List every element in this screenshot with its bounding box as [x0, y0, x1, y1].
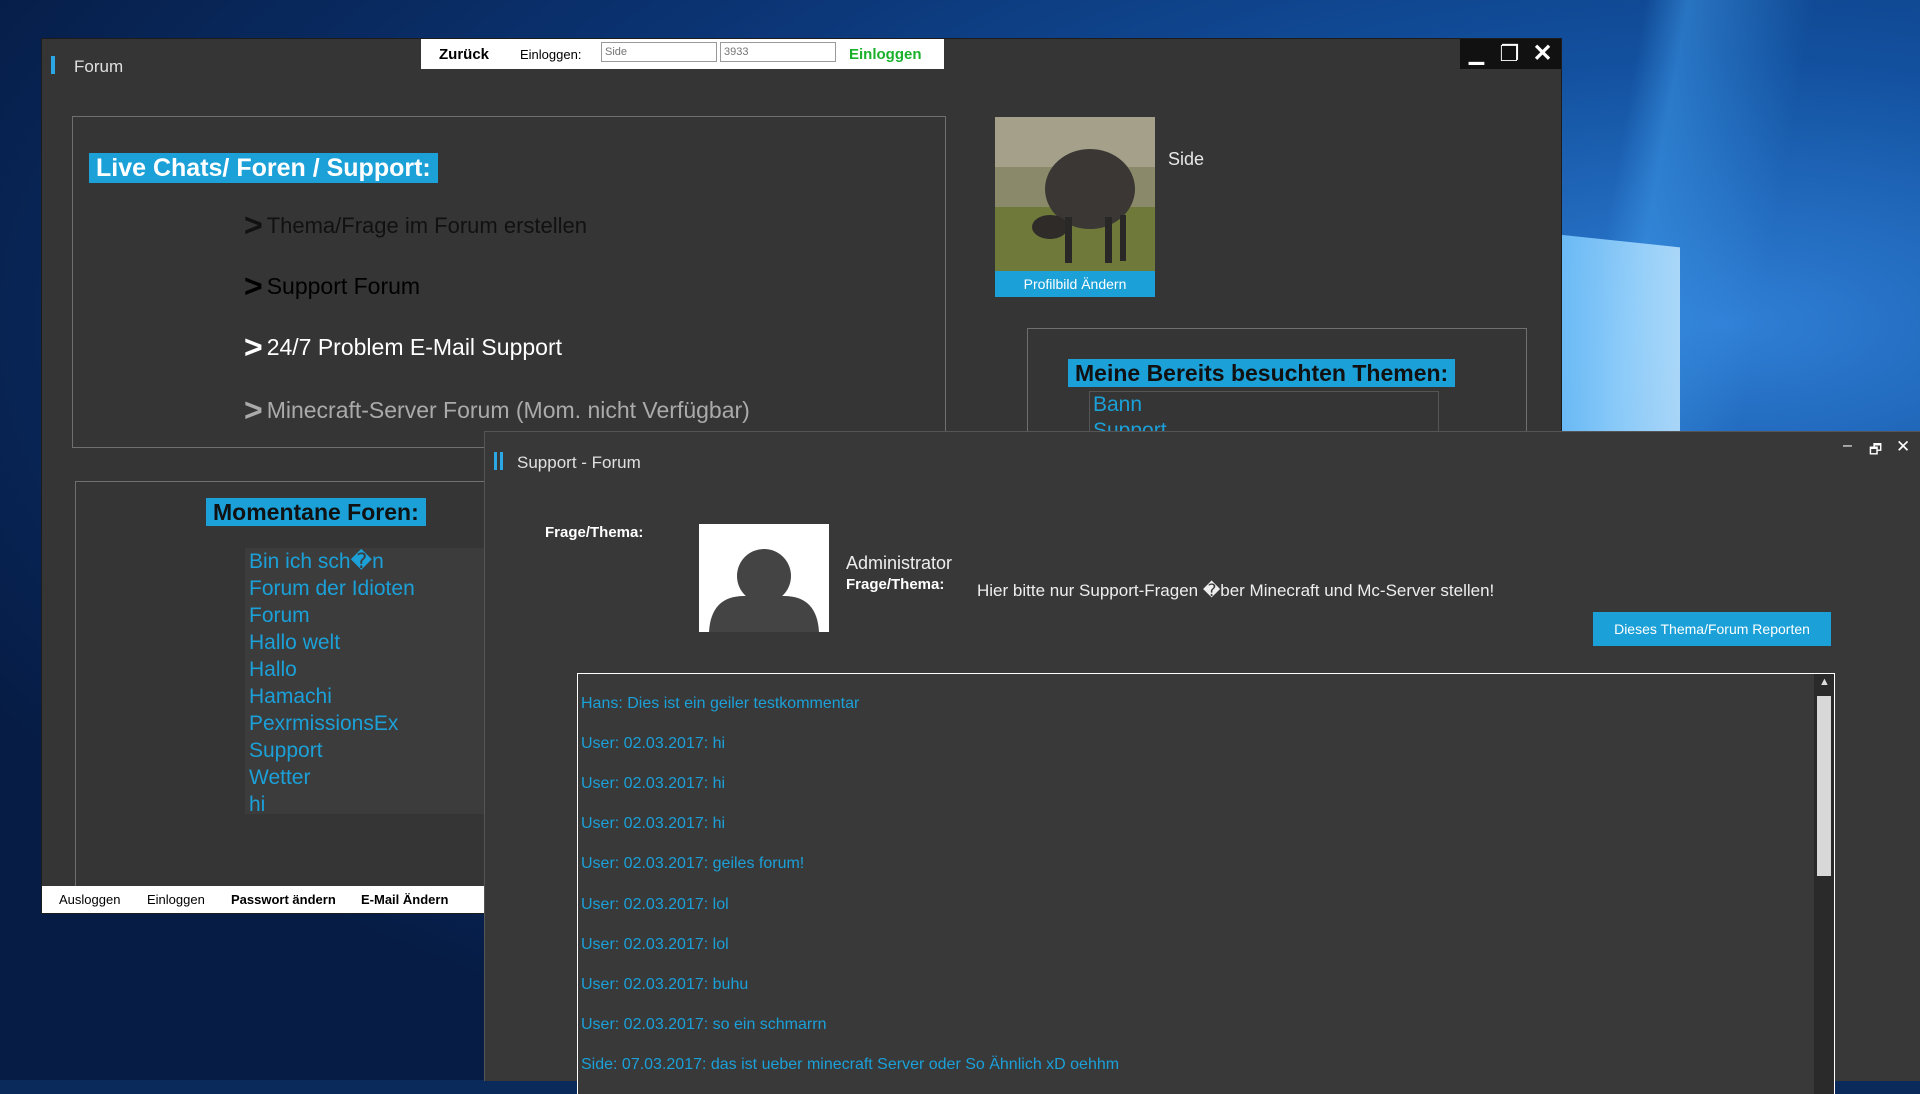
- close-icon[interactable]: ✕: [1526, 39, 1559, 69]
- current-forums-header: Momentane Foren:: [206, 498, 426, 526]
- profile-picture: [995, 117, 1155, 271]
- window-title: Support - Forum: [517, 453, 641, 472]
- window-title: Forum: [74, 57, 124, 76]
- arrow-right-icon: >: [244, 329, 263, 365]
- question-text: Hier bitte nur Support-Fragen �ber Minec…: [977, 581, 1495, 600]
- list-item: User: 02.03.2017: geiles forum!: [581, 855, 805, 872]
- change-profile-picture-button[interactable]: Profilbild Ändern: [995, 271, 1155, 297]
- report-topic-button[interactable]: Dieses Thema/Forum Reporten: [1593, 612, 1831, 646]
- avatar: [699, 524, 829, 632]
- list-item[interactable]: Hallo welt: [245, 629, 523, 656]
- close-icon[interactable]: ✕: [1896, 437, 1910, 457]
- list-item: User: 02.03.2017: buhu: [581, 976, 749, 993]
- list-item[interactable]: Forum der Idioten: [245, 575, 523, 602]
- list-item[interactable]: PexrmissionsEx: [245, 710, 523, 737]
- arrow-right-icon: >: [244, 207, 263, 243]
- question-label: Frage/Thema:: [545, 524, 644, 541]
- account-bar: Ausloggen Einloggen Passwort ändern E-Ma…: [42, 886, 485, 913]
- scrollbar[interactable]: ▲: [1814, 674, 1834, 1094]
- change-password-button[interactable]: Passwort ändern: [231, 892, 336, 907]
- create-topic-link[interactable]: > Thema/Frage im Forum erstellen: [244, 207, 587, 244]
- list-item: Side: 07.03.2017: das ist ueber minecraf…: [581, 1056, 1120, 1073]
- question-label-2: Frage/Thema:: [846, 576, 945, 593]
- visited-topics-header: Meine Bereits besuchten Themen:: [1068, 359, 1456, 387]
- username-input[interactable]: [601, 42, 717, 62]
- password-input[interactable]: [720, 42, 836, 62]
- back-button[interactable]: Zurück: [439, 46, 489, 63]
- list-item: User: 02.03.2017: hi: [581, 735, 726, 752]
- login-button[interactable]: Einloggen: [849, 46, 922, 63]
- change-email-button[interactable]: E-Mail Ändern: [361, 892, 448, 907]
- email-support-link[interactable]: >24/7 Problem E-Mail Support: [244, 329, 562, 366]
- login-bar: Zurück Einloggen: Einloggen: [421, 39, 944, 69]
- comments-list: Hans: Dies ist ein geiler testkommentar …: [577, 673, 1835, 1094]
- logout-button[interactable]: Ausloggen: [59, 892, 120, 907]
- list-item: Hans: Dies ist ein geiler testkommentar: [581, 695, 860, 712]
- live-chats-header: Live Chats/ Foren / Support:: [89, 153, 438, 183]
- login-label: Einloggen:: [520, 47, 582, 62]
- list-item: User: 02.03.2017: lol: [581, 896, 729, 913]
- list-item[interactable]: hi: [245, 791, 523, 818]
- maximize-icon[interactable]: ❐: [1493, 39, 1526, 69]
- list-item: User: 02.03.2017: hi: [581, 775, 726, 792]
- window-controls: ▁ ❐ ✕: [1460, 39, 1561, 69]
- forum-list: Bin ich sch�n Forum der Idioten Forum Ha…: [245, 548, 523, 816]
- scrollbar-thumb[interactable]: [1817, 696, 1831, 876]
- list-item: User: 02.03.2017: hi: [581, 815, 726, 832]
- list-item[interactable]: Hallo: [245, 656, 523, 683]
- login-link[interactable]: Einloggen: [147, 892, 205, 907]
- list-item[interactable]: Wetter: [245, 764, 523, 791]
- profile-name: Side: [1168, 149, 1205, 169]
- list-item: User: 02.03.2017: so ein schmarrn: [581, 1016, 827, 1033]
- app-icon: [494, 452, 497, 470]
- app-icon: [51, 56, 55, 74]
- support-forum-window: Support - Forum – 🗗 ✕ Frage/Thema: Admin…: [484, 431, 1920, 1094]
- author-name: Administrator: [846, 553, 953, 573]
- list-item[interactable]: Bin ich sch�n: [245, 548, 523, 575]
- minecraft-forum-link[interactable]: > Minecraft-Server Forum (Mom. nicht Verf…: [244, 392, 750, 429]
- list-item: User: 02.03.2017: lol: [581, 936, 729, 953]
- live-chats-panel: Live Chats/ Foren / Support: > Thema/Frag…: [72, 116, 946, 448]
- support-forum-link[interactable]: > Support Forum: [244, 268, 420, 305]
- list-item[interactable]: Hamachi: [245, 683, 523, 710]
- list-item[interactable]: Bann: [1090, 392, 1438, 418]
- arrow-right-icon: >: [244, 268, 263, 304]
- current-forums-panel: Momentane Foren: Bin ich sch�n Forum der…: [75, 481, 523, 889]
- list-item[interactable]: Forum: [245, 602, 523, 629]
- minimize-icon[interactable]: ▁: [1460, 39, 1493, 69]
- arrow-right-icon: >: [244, 392, 263, 428]
- minimize-icon[interactable]: –: [1843, 437, 1852, 455]
- scroll-up-icon[interactable]: ▲: [1819, 676, 1830, 688]
- list-item[interactable]: Support: [245, 737, 523, 764]
- restore-icon[interactable]: 🗗: [1869, 439, 1882, 463]
